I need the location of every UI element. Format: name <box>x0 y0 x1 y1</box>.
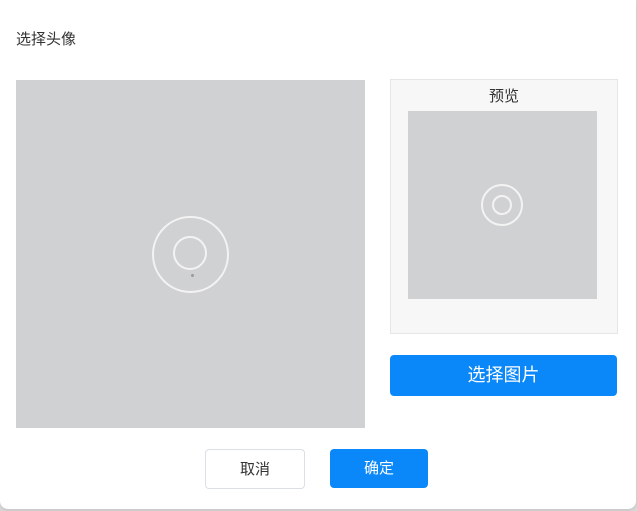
select-image-button[interactable]: 选择图片 <box>390 355 617 396</box>
dialog-title: 选择头像 <box>16 30 77 48</box>
crop-center-dot <box>191 274 194 277</box>
confirm-button[interactable]: 确定 <box>330 449 428 488</box>
preview-image <box>408 111 597 299</box>
preview-label: 预览 <box>488 87 519 105</box>
crop-placeholder-inner-ring-icon <box>173 236 207 270</box>
crop-area[interactable] <box>16 80 365 428</box>
avatar-dialog: 选择头像 预览 选择图片 取消 确定 <box>0 0 636 509</box>
preview-panel: 预览 <box>390 79 618 334</box>
cancel-button[interactable]: 取消 <box>205 449 305 489</box>
preview-placeholder-inner-ring-icon <box>492 195 512 215</box>
